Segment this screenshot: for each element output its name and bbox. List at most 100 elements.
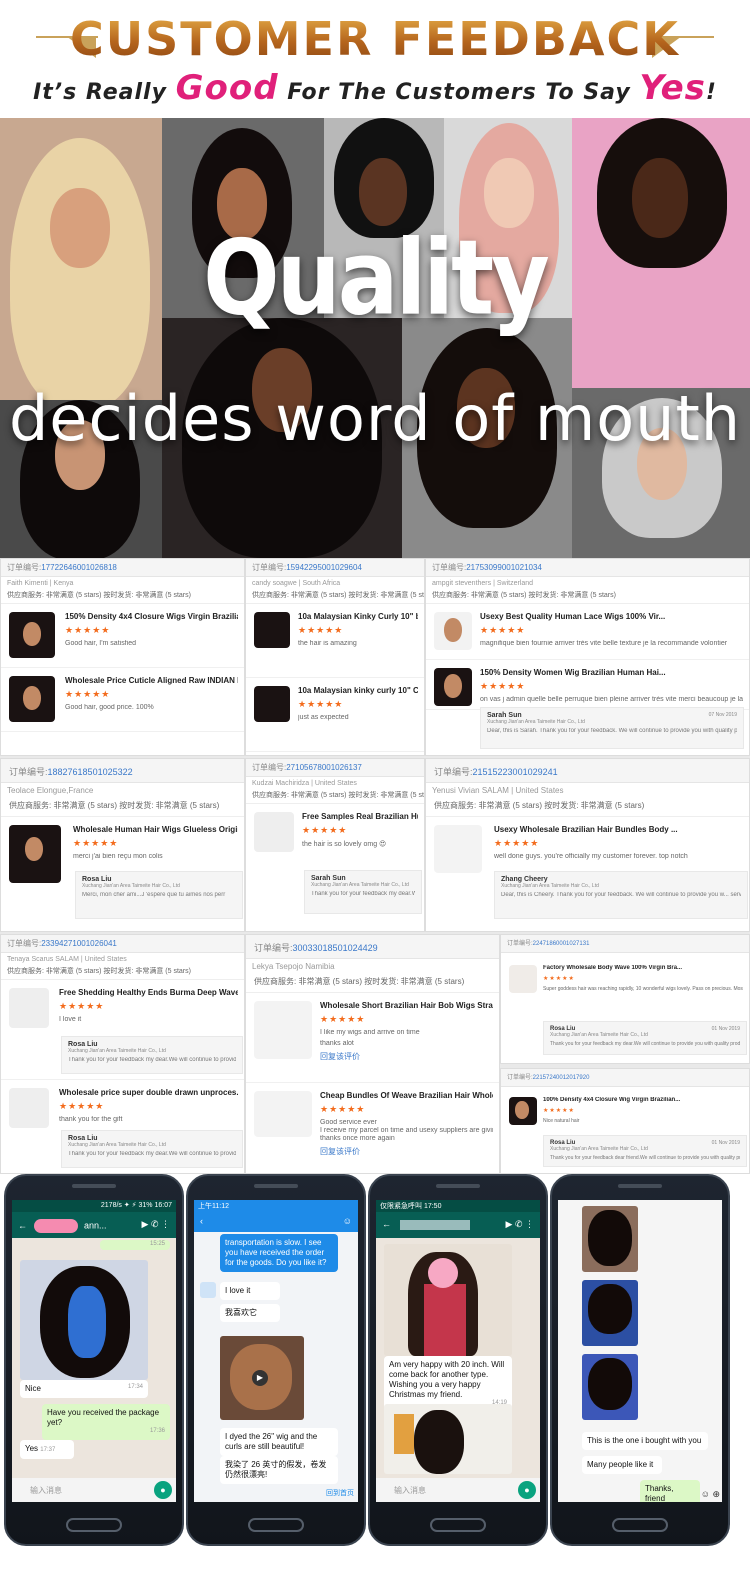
- product-title: Wholesale Price Cuticle Aligned Raw INDI…: [65, 676, 238, 685]
- message-input[interactable]: 输入消息: [12, 1478, 176, 1502]
- star-rating: ★★★★★: [480, 681, 526, 691]
- rating-row: 供应商服务: 非常满意 (5 stars) 按时发货: 非常满意 (5 star…: [1, 795, 244, 817]
- rating-row: 供应商服务: 非常满意 (5 stars) 按时发货: 非常满意 (5 star…: [1, 963, 244, 980]
- rating-row: 供应商服务: 非常满意 (5 stars) 按时发货: 非常满意 (5 star…: [246, 971, 499, 993]
- list-item: 100% Density 4x4 Closure Wig Virgin Braz…: [501, 1087, 749, 1173]
- reply-review-link[interactable]: 回复该评价: [320, 1146, 493, 1157]
- reply-text: Thank you for your feedback my dear.We w…: [311, 891, 415, 897]
- order-label: 订单编号:: [7, 563, 42, 572]
- home-button[interactable]: [248, 1518, 304, 1532]
- product-photo: [582, 1354, 638, 1420]
- hero-collage: Quality decides word of mouth: [0, 118, 750, 558]
- message-time: 17:36: [149, 1428, 165, 1434]
- order-number: 订单编号:18827618501025322: [1, 759, 244, 783]
- product-thumbnail: [509, 965, 537, 993]
- order-number: 订单编号:21753099001021034: [426, 559, 749, 577]
- product-thumbnail: [509, 1097, 537, 1125]
- video-call-icon[interactable]: ▶ ✆ ⋮: [142, 1219, 170, 1230]
- product-thumbnail: [9, 612, 55, 658]
- status-bar: 仅限紧急呼叫 17:50: [376, 1200, 540, 1212]
- back-arrow-icon[interactable]: ←: [18, 1220, 27, 1230]
- star-rating: ★★★★★: [302, 825, 348, 835]
- product-photo: [20, 1260, 148, 1380]
- order-id: 30033018501024429: [292, 943, 378, 953]
- list-item: Usexy Wholesale Brazilian Hair Bundles B…: [426, 817, 749, 925]
- product-title: 10a Malaysian kinky curly 10" Closure: [298, 686, 418, 695]
- emoji-icon[interactable]: ☺ ⊕: [701, 1489, 720, 1500]
- review-card: 订单编号:21515223001029241 Yenusi Vivian SAL…: [425, 758, 750, 932]
- home-button[interactable]: [430, 1518, 486, 1532]
- order-label: 订单编号:: [432, 563, 467, 572]
- buyer-name: ampgit steventhers | Switzerland: [432, 580, 534, 587]
- home-button[interactable]: [66, 1518, 122, 1532]
- video-call-icon[interactable]: ▶ ✆ ⋮: [506, 1219, 534, 1230]
- back-arrow-icon[interactable]: ‹: [200, 1216, 203, 1226]
- product-title: Free Shedding Healthy Ends Burma Deep Wa…: [59, 988, 238, 997]
- review-comment: Nice natural hair: [543, 1118, 580, 1124]
- profile-icon[interactable]: ☺: [343, 1216, 352, 1226]
- order-label: 订单编号:: [254, 943, 293, 953]
- reply-company: Xuchang Jian'an Area Taimeite Hair Co., …: [68, 1142, 166, 1148]
- review-comment: well done guys. you're officially my cus…: [494, 853, 688, 860]
- reply-date: 01 Nov 2019: [711, 1026, 740, 1032]
- star-rating: ★★★★★: [320, 1104, 366, 1114]
- star-rating: ★★★★★: [494, 838, 540, 848]
- product-photo: [582, 1280, 638, 1346]
- message-text: Nice: [25, 1384, 42, 1393]
- product-title: Usexy Best Quality Human Lace Wigs 100% …: [480, 612, 666, 621]
- review-comment: Good hair, good price. 100%: [65, 704, 154, 711]
- home-button[interactable]: [612, 1518, 668, 1532]
- seller-reply: Rosa Liu Xuchang Jian'an Area Taimeite H…: [75, 871, 243, 919]
- review-comment: I like my wigs and arrive on time: [320, 1029, 420, 1036]
- product-thumbnail: [434, 668, 472, 706]
- back-to-home-link[interactable]: 回到首页: [326, 1488, 354, 1498]
- rating-row: 供应商服务: 非常满意 (5 stars) 按时发货: 非常满意 (5 star…: [246, 587, 424, 604]
- order-id: 15942295001029604: [286, 563, 362, 572]
- order-label: 订单编号:: [9, 767, 48, 777]
- chat-message: I love it: [220, 1282, 280, 1300]
- reply-date: 07 Nov 2019: [708, 712, 737, 718]
- product-thumbnail: [254, 1091, 312, 1137]
- star-rating: ★★★★★: [59, 1101, 105, 1111]
- list-item: Factory Wholesale Body Wave 100% Virgin …: [501, 953, 749, 1063]
- phone-chat-2: 上午11:12 ‹ ☺ transportation is slow. I see…: [186, 1174, 366, 1546]
- mic-icon[interactable]: ●: [518, 1481, 536, 1499]
- buyer-name: Faith Kimenti | Kenya: [7, 580, 74, 587]
- message-time: 17:34: [127, 1384, 143, 1390]
- reply-text: Dear, this is Sarah. Thank you for your …: [487, 728, 737, 734]
- star-rating: ★★★★★: [59, 1001, 105, 1011]
- message-input[interactable]: 输入消息: [376, 1478, 540, 1502]
- reply-author: Rosa Liu: [82, 876, 112, 883]
- reply-text: Thank you for your feedback my dear.We w…: [68, 1057, 236, 1063]
- list-item: Wholesale Human Hair Wigs Glueless Origi…: [1, 817, 244, 925]
- mic-icon[interactable]: ●: [154, 1481, 172, 1499]
- review-comment: just as expected: [298, 714, 349, 721]
- reply-company: Xuchang Jian'an Area Taimeite Hair Co., …: [82, 883, 180, 889]
- review-comment: Good hair, I'm satisfied: [65, 640, 136, 647]
- seller-reply: Rosa Liu Xuchang Jian'an Area Taimeite H…: [61, 1130, 243, 1168]
- status-bar: 上午11:12: [194, 1200, 358, 1212]
- buyer-name: Yenusi Vivian SALAM | United States: [432, 786, 564, 795]
- order-number: 订单编号:23394271001026041: [1, 935, 244, 953]
- subtitle-part: It’s Really: [33, 80, 176, 105]
- page-title: CUSTOMER FEEDBACK: [0, 12, 750, 66]
- order-id: 18827618501025322: [47, 767, 133, 777]
- chat-message: I dyed the 26" wig and the curls are sti…: [220, 1428, 338, 1456]
- product-title: Free Samples Real Brazilian Human Hair B…: [302, 812, 418, 821]
- seller-reply: Sarah Sun Xuchang Jian'an Area Taimeite …: [480, 707, 744, 749]
- chat-screen: This is the one i bought with you Many p…: [558, 1200, 722, 1502]
- product-photo: [582, 1206, 638, 1272]
- product-thumbnail: [254, 812, 294, 852]
- review-card: 订单编号:22471860001027131 Factory Wholesale…: [500, 934, 750, 1064]
- phone-whatsapp-1: 2178/s ✦ ⚡ 31% 16:07 ← ann... ▶ ✆ ⋮ 15:2…: [4, 1174, 184, 1546]
- list-item: Cheap Bundles Of Weave Brazilian Hair Wh…: [246, 1083, 499, 1173]
- product-title: Wholesale Human Hair Wigs Glueless Origi…: [73, 825, 238, 834]
- product-title: 100% Density 4x4 Closure Wig Virgin Braz…: [543, 1097, 681, 1103]
- back-arrow-icon[interactable]: ←: [382, 1219, 391, 1229]
- chat-message: 我染了 26 英寸的假发，卷发仍然很漂亮!: [220, 1456, 338, 1484]
- product-title: 10a Malaysian Kinky Curly 10" bundles: [298, 612, 418, 621]
- order-id: 22157240012017920: [532, 1075, 590, 1081]
- reply-review-link[interactable]: 回复该评价: [320, 1051, 493, 1062]
- order-id: 21753099001021034: [466, 563, 542, 572]
- product-thumbnail: [434, 612, 472, 650]
